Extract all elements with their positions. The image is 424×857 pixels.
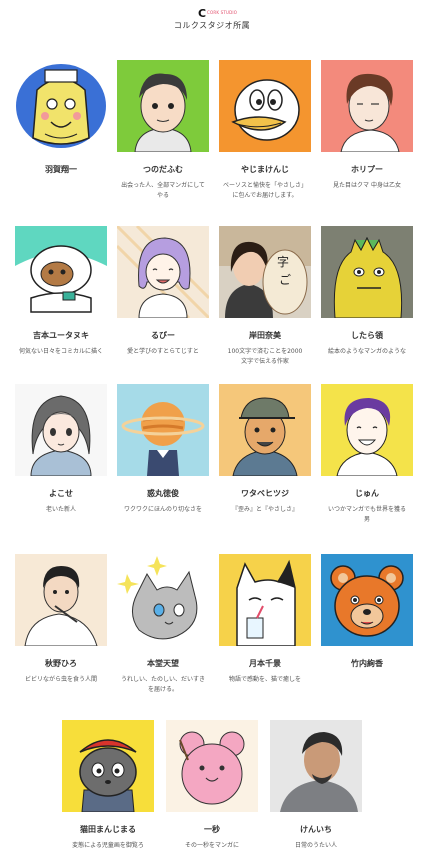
smiling-man-icon[interactable] [321,384,413,476]
artist-description: 『歪み』と『やさしさ』 [231,506,298,513]
pink-mouse-icon[interactable] [166,720,258,812]
artist-name[interactable]: じゅん [321,488,413,499]
boy-eating-icon[interactable] [15,554,107,646]
artist-description: 愛と学びのすとらてじすと [127,348,199,355]
artist-name[interactable]: 竹内絢香 [321,658,413,669]
artist-card[interactable]: よこせ 老いた新人 [15,384,107,515]
artist-name[interactable]: 吉本ユータヌキ [15,330,107,341]
artist-name[interactable]: るびー [117,330,209,341]
artist-name[interactable]: 秋野ひろ [15,658,107,669]
young-man-portrait-icon[interactable] [117,60,209,152]
artist-name[interactable]: 猫田まんじまる [62,824,154,835]
artist-card[interactable]: 秋野ひろ ビビリながら虫を食う人間 [15,554,107,685]
artist-description: ビビリながら虫を食う人間 [24,676,97,683]
artist-description: 日常のうたい人 [294,842,337,849]
artist-card[interactable]: 竹内絢香 [321,554,413,675]
artist-name[interactable]: 月本千景 [219,658,311,669]
smiling-boy-portrait-icon[interactable] [15,60,107,152]
svg-text:字: 字 [277,254,289,269]
artist-name[interactable]: やじまけんじ [219,164,311,175]
artist-card[interactable]: 惑丸徳俊 ワクワクにほんのり切なさを [117,384,209,515]
green-monster-icon[interactable] [321,226,413,318]
artist-description: ベーソスと愉快を「やさしさ」 に包んでお届けします。 [222,182,307,199]
artist-name[interactable]: ワタベヒツジ [219,488,311,499]
artist-card[interactable]: ワタベヒツジ 『歪み』と『やさしさ』 [219,384,311,515]
purple-hair-girl-icon[interactable] [117,226,209,318]
artist-description: いつかマンガでも世界を獲る 男 [327,506,406,523]
artist-name[interactable]: したら領 [321,330,413,341]
artist-card[interactable]: ホリプー 見た目はクマ 中身は乙女 [321,60,413,191]
artist-description: ワクワクにほんのり切なさを [123,506,202,513]
artist-card[interactable]: 月本千景 物語で感動を、猫で癒しを [219,554,311,685]
artist-card[interactable]: けんいち 日常のうたい人 [270,720,362,851]
tanuki-with-phone-icon[interactable] [15,226,107,318]
artist-description: 見た目はクマ 中身は乙女 [333,182,401,189]
artist-description: 100文字で済むことを2000 文字で伝える作家 [227,348,303,365]
saturn-head-icon[interactable] [117,384,209,476]
man-with-cap-icon[interactable] [219,384,311,476]
artist-card[interactable]: 一秒 その一秒をマンガに [166,720,258,851]
artist-card[interactable]: 吉本ユータヌキ 何気ない日々をコミカルに描く [15,226,107,357]
artist-name[interactable]: ホリプー [321,164,413,175]
artist-description: 変態による児童画を御覧ろ [72,842,144,849]
man-profile-icon[interactable] [321,60,413,152]
artist-name[interactable]: 本堂天望 [117,658,209,669]
white-cat-drinking-icon[interactable] [219,554,311,646]
artist-description: 出会った人、全部マンガにして やる [121,182,205,199]
artist-name[interactable]: 岸田奈美 [219,330,311,341]
artist-name[interactable]: 羽賀翔一 [15,164,107,175]
artist-card[interactable]: 猫田まんじまる 変態による児童画を御覧ろ [62,720,154,851]
bear-face-icon[interactable] [321,554,413,646]
artist-card[interactable]: やじまけんじ ベーソスと愉快を「やさしさ」 に包んでお届けします。 [219,60,311,201]
artist-description: 何気ない日々をコミカルに描く [18,348,103,355]
gray-cat-icon[interactable] [117,554,209,646]
man-photo-icon[interactable] [270,720,362,812]
woman-photo-icon[interactable]: 字 ご [219,226,311,318]
artist-name[interactable]: 惑丸徳俊 [117,488,209,499]
svg-text:ご: ご [279,272,291,287]
artist-name[interactable]: けんいち [270,824,362,835]
artist-description: 老いた新人 [45,506,76,513]
artist-description: うれしい、たのしい、だいすき を届ける。 [120,676,205,693]
artist-name[interactable]: つのだふむ [117,164,209,175]
cat-red-beret-icon[interactable] [62,720,154,812]
artist-name[interactable]: 一秒 [166,824,258,835]
artist-description: その一秒をマンガに [184,842,239,849]
girl-portrait-icon[interactable] [15,384,107,476]
page-title: コルクスタジオ所属 [173,21,251,30]
header: C CORK STUDIO コルクスタジオ所属 [0,0,424,40]
artist-card[interactable]: るびー 愛と学びのすとらてじすと [117,226,209,357]
artist-description: 物語で感動を、猫で癒しを [228,676,301,683]
artist-name[interactable]: よこせ [15,488,107,499]
artist-card[interactable]: 字 ご 岸田奈美 100文字で済むことを2000 文字で伝える作家 [219,226,311,367]
cork-logo-text: CORK STUDIO [207,10,238,15]
artist-card[interactable]: つのだふむ 出会った人、全部マンガにして やる [117,60,209,201]
duck-character-icon[interactable] [219,60,311,152]
artist-card[interactable]: 本堂天望 うれしい、たのしい、だいすき を届ける。 [117,554,209,695]
artist-card[interactable]: 羽賀翔一 [15,60,107,181]
artist-card[interactable]: じゅん いつかマンガでも世界を獲る 男 [321,384,413,525]
artist-description: 絵本のようなマンガのような [327,348,406,355]
artist-card[interactable]: したら領 絵本のようなマンガのような [321,226,413,357]
